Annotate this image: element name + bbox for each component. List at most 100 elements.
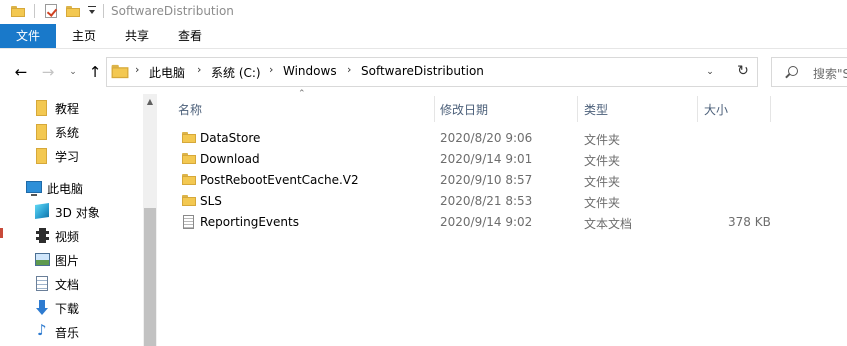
file-name: PostRebootEventCache.V2 xyxy=(200,173,359,187)
file-size: 378 KB xyxy=(728,215,771,229)
scroll-up-icon[interactable]: ▲ xyxy=(143,94,157,110)
documents-icon xyxy=(36,276,48,291)
column-label: 名称 xyxy=(178,103,203,117)
tab-home[interactable]: 主页 xyxy=(60,24,108,48)
tab-view[interactable]: 查看 xyxy=(166,24,214,48)
column-header-name[interactable]: 名称 xyxy=(170,96,434,122)
title-bar: SoftwareDistribution xyxy=(0,0,847,24)
folder-icon xyxy=(111,64,129,79)
music-icon: ♪ xyxy=(37,321,47,339)
column-label: 大小 xyxy=(704,103,729,117)
file-type: 文件夹 xyxy=(584,133,621,147)
file-date: 2020/8/21 8:53 xyxy=(440,194,533,208)
chevron-right-icon[interactable]: › xyxy=(347,63,351,76)
video-icon xyxy=(36,228,49,243)
file-type: 文件夹 xyxy=(584,175,621,189)
separator xyxy=(34,4,35,18)
column-header-date[interactable]: 修改日期 xyxy=(435,96,577,122)
nav-item-label: 音乐 xyxy=(55,326,80,340)
nav-item-documents[interactable]: 文档 xyxy=(0,273,140,295)
downloads-icon xyxy=(36,300,48,315)
file-date: 2020/9/10 8:57 xyxy=(440,173,533,187)
folder-icon[interactable] xyxy=(10,3,26,19)
file-name: ReportingEvents xyxy=(200,215,299,229)
file-type: 文件夹 xyxy=(584,154,621,168)
file-date: 2020/9/14 9:02 xyxy=(440,215,533,229)
nav-item-label: 下载 xyxy=(55,302,80,316)
refresh-button[interactable]: ↻ xyxy=(732,60,754,82)
column-label: 类型 xyxy=(584,103,609,117)
crumb-windows[interactable]: Windows xyxy=(283,64,337,78)
folder-icon xyxy=(36,124,47,140)
navigation-pane: 教程 系统 学习 此电脑 3D 对象 视频 图片 文档 下载 ♪ 音乐 xyxy=(0,94,157,346)
file-row[interactable]: DataStore 2020/8/20 9:06 文件夹 xyxy=(176,128,796,149)
tab-file[interactable]: 文件 xyxy=(0,24,56,48)
nav-item-label: 文档 xyxy=(55,278,80,292)
file-date: 2020/8/20 9:06 xyxy=(440,131,533,145)
search-icon xyxy=(788,66,798,76)
back-button[interactable]: ← xyxy=(10,61,32,83)
folder-icon xyxy=(36,100,47,116)
up-button[interactable]: ↑ xyxy=(84,61,106,83)
folder-icon xyxy=(182,174,196,185)
chevron-right-icon[interactable]: › xyxy=(197,63,201,76)
forward-button[interactable]: → xyxy=(37,61,59,83)
file-name: Download xyxy=(200,152,260,166)
file-type: 文件夹 xyxy=(584,196,621,210)
nav-item-study[interactable]: 学习 xyxy=(0,145,140,167)
window-title: SoftwareDistribution xyxy=(111,4,234,18)
address-bar[interactable]: › 此电脑 › 系统 (C:) › Windows › SoftwareDist… xyxy=(106,57,758,87)
crumb-system-drive[interactable]: 系统 (C:) xyxy=(211,64,261,81)
file-row[interactable]: PostRebootEventCache.V2 2020/9/10 8:57 文… xyxy=(176,170,796,191)
recent-locations-button[interactable]: ⌄ xyxy=(62,61,84,83)
nav-item-system[interactable]: 系统 xyxy=(0,121,140,143)
scrollbar-thumb[interactable] xyxy=(144,208,156,346)
file-name: DataStore xyxy=(200,131,261,145)
column-header-size[interactable]: 大小 xyxy=(698,96,798,122)
search-placeholder: 搜索"S xyxy=(813,67,847,81)
crumb-current-folder[interactable]: SoftwareDistribution xyxy=(361,64,484,78)
file-row[interactable]: Download 2020/9/14 9:01 文件夹 xyxy=(176,149,796,170)
search-input[interactable]: 搜索"S xyxy=(771,57,847,87)
column-header-type[interactable]: 类型 xyxy=(578,96,696,122)
tab-share[interactable]: 共享 xyxy=(113,24,161,48)
file-type: 文本文档 xyxy=(584,217,633,231)
properties-check-icon[interactable] xyxy=(43,3,59,19)
nav-item-label: 视频 xyxy=(55,230,80,244)
chevron-right-icon[interactable]: › xyxy=(135,63,139,76)
folder-icon xyxy=(36,148,47,164)
folder-icon xyxy=(182,153,196,164)
3d-objects-icon xyxy=(35,203,49,219)
customize-toolbar-icon[interactable] xyxy=(86,3,98,19)
nav-item-label: 系统 xyxy=(55,126,80,140)
file-name: SLS xyxy=(200,194,222,208)
new-folder-icon[interactable] xyxy=(65,3,81,19)
nav-item-tutorial[interactable]: 教程 xyxy=(0,97,140,119)
nav-item-music[interactable]: ♪ 音乐 xyxy=(0,321,140,343)
nav-item-label: 教程 xyxy=(55,102,80,116)
nav-item-this-pc[interactable]: 此电脑 xyxy=(0,177,140,199)
computer-icon xyxy=(26,181,42,196)
text-file-icon xyxy=(183,215,194,229)
address-dropdown-icon[interactable]: ⌄ xyxy=(704,67,716,77)
nav-item-pictures[interactable]: 图片 xyxy=(0,249,140,271)
nav-item-label: 图片 xyxy=(55,254,80,268)
nav-scrollbar[interactable]: ▲ xyxy=(143,94,157,346)
nav-item-label: 此电脑 xyxy=(47,182,84,196)
file-row[interactable]: ReportingEvents 2020/9/14 9:02 文本文档 378 … xyxy=(176,212,796,233)
ribbon-tabs: 文件 主页 共享 查看 xyxy=(0,24,847,49)
file-row[interactable]: SLS 2020/8/21 8:53 文件夹 xyxy=(176,191,796,212)
nav-item-label: 3D 对象 xyxy=(55,206,100,220)
column-label: 修改日期 xyxy=(440,103,489,117)
file-date: 2020/9/14 9:01 xyxy=(440,152,533,166)
nav-item-videos[interactable]: 视频 xyxy=(0,225,140,247)
folder-icon xyxy=(182,132,196,143)
folder-icon xyxy=(182,195,196,206)
crumb-this-pc[interactable]: 此电脑 xyxy=(149,64,185,81)
separator xyxy=(103,4,104,18)
chevron-right-icon[interactable]: › xyxy=(269,63,273,76)
nav-item-3d-objects[interactable]: 3D 对象 xyxy=(0,201,140,223)
nav-item-downloads[interactable]: 下载 xyxy=(0,297,140,319)
column-divider[interactable] xyxy=(770,96,771,122)
nav-item-label: 学习 xyxy=(55,150,80,164)
